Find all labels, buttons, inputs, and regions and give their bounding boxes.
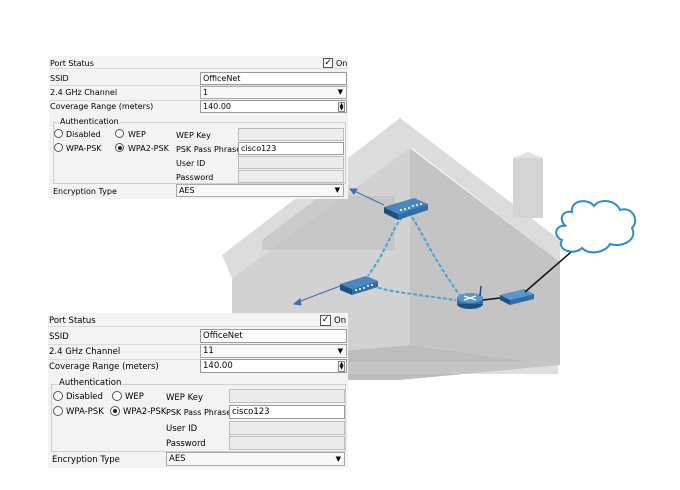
encryption-value: AES bbox=[169, 454, 186, 464]
user-id-label: User ID bbox=[166, 424, 198, 434]
encryption-value: AES bbox=[179, 186, 195, 195]
psk-label: PSK Pass Phrase bbox=[176, 145, 242, 154]
chevron-down-icon: ▼ bbox=[335, 455, 341, 463]
port-status-label: Port Status bbox=[50, 59, 94, 68]
auth-wpa-psk-radio[interactable] bbox=[54, 143, 63, 152]
auth-wep-label: WEP bbox=[125, 392, 144, 402]
encryption-select[interactable]: AES ▼ bbox=[166, 452, 345, 466]
user-id-label: User ID bbox=[176, 159, 206, 168]
ssid-label: SSID bbox=[49, 332, 69, 342]
ssid-input[interactable]: OfficeNet bbox=[200, 329, 347, 343]
coverage-label: Coverage Range (meters) bbox=[50, 102, 154, 111]
wep-key-input bbox=[229, 389, 345, 403]
auth-wpa2-psk-radio[interactable] bbox=[115, 143, 124, 152]
port-status-checkbox[interactable]: ✓ bbox=[320, 315, 331, 326]
coverage-label: Coverage Range (meters) bbox=[49, 362, 159, 372]
ssid-input[interactable]: OfficeNet bbox=[200, 72, 347, 85]
auth-wpa2-psk-label: WPA2-PSK bbox=[128, 144, 169, 153]
port-status-on-label: On bbox=[336, 59, 348, 68]
auth-disabled-label: Disabled bbox=[66, 130, 101, 139]
channel-label: 2.4 GHz Channel bbox=[49, 347, 121, 357]
psk-input[interactable]: cisco123 bbox=[238, 142, 344, 155]
password-label: Password bbox=[166, 439, 206, 449]
wireless-config-panel-bottom: Port Status ✓ On SSID OfficeNet 2.4 GHz … bbox=[48, 313, 348, 468]
wep-key-label: WEP Key bbox=[176, 131, 211, 140]
encryption-select[interactable]: AES ▼ bbox=[176, 184, 344, 197]
user-id-input bbox=[229, 421, 345, 435]
auth-wep-radio[interactable] bbox=[115, 129, 124, 138]
psk-value: cisco123 bbox=[232, 407, 270, 417]
channel-value: 1 bbox=[203, 88, 209, 97]
wep-key-input bbox=[238, 128, 344, 141]
spinner-icon[interactable]: ▲ ▼ bbox=[338, 361, 345, 372]
auth-disabled-label: Disabled bbox=[66, 392, 103, 402]
auth-disabled-radio[interactable] bbox=[53, 391, 63, 401]
psk-input[interactable]: cisco123 bbox=[229, 405, 345, 419]
psk-value: cisco123 bbox=[241, 144, 277, 153]
encryption-label: Encryption Type bbox=[53, 187, 117, 196]
chevron-down-icon: ▼ bbox=[337, 88, 343, 96]
ssid-label: SSID bbox=[50, 74, 69, 83]
port-status-on-label: On bbox=[334, 316, 347, 326]
auth-wpa-psk-label: WPA-PSK bbox=[66, 407, 104, 417]
port-status-checkbox[interactable]: ✓ bbox=[323, 58, 333, 68]
cloud-icon bbox=[555, 200, 637, 254]
port-status-label: Port Status bbox=[49, 316, 96, 326]
wireless-config-panel-top: Port Status ✓ On SSID OfficeNet 2.4 GHz … bbox=[49, 56, 348, 199]
spinner-icon[interactable]: ▲ ▼ bbox=[338, 102, 345, 112]
password-input bbox=[229, 436, 345, 450]
authentication-label: Authentication bbox=[59, 117, 120, 126]
coverage-value: 140.00 bbox=[203, 102, 231, 111]
auth-wpa2-psk-radio[interactable] bbox=[110, 406, 120, 416]
auth-wep-label: WEP bbox=[128, 130, 146, 139]
auth-disabled-radio[interactable] bbox=[54, 129, 63, 138]
channel-value: 11 bbox=[203, 346, 214, 356]
password-label: Password bbox=[176, 173, 214, 182]
wep-key-label: WEP Key bbox=[166, 393, 204, 403]
channel-label: 2.4 GHz Channel bbox=[50, 88, 118, 97]
coverage-input[interactable]: 140.00 ▲ ▼ bbox=[200, 359, 347, 373]
auth-wpa2-psk-label: WPA2-PSK bbox=[123, 407, 167, 417]
chevron-down-icon: ▼ bbox=[334, 186, 340, 194]
auth-wpa-psk-radio[interactable] bbox=[53, 406, 63, 416]
authentication-label: Authentication bbox=[58, 378, 123, 388]
password-input bbox=[238, 170, 344, 183]
auth-wep-radio[interactable] bbox=[112, 391, 122, 401]
user-id-input bbox=[238, 156, 344, 169]
ssid-value: OfficeNet bbox=[203, 331, 243, 341]
ssid-value: OfficeNet bbox=[203, 74, 241, 83]
chevron-down-icon: ▼ bbox=[337, 347, 343, 355]
channel-select[interactable]: 11 ▼ bbox=[200, 344, 347, 358]
channel-select[interactable]: 1 ▼ bbox=[200, 86, 347, 99]
psk-label: PSK Pass Phrase bbox=[166, 408, 232, 417]
coverage-input[interactable]: 140.00 ▲ ▼ bbox=[200, 100, 347, 113]
encryption-label: Encryption Type bbox=[52, 455, 120, 465]
auth-wpa-psk-label: WPA-PSK bbox=[66, 144, 102, 153]
coverage-value: 140.00 bbox=[203, 361, 233, 371]
